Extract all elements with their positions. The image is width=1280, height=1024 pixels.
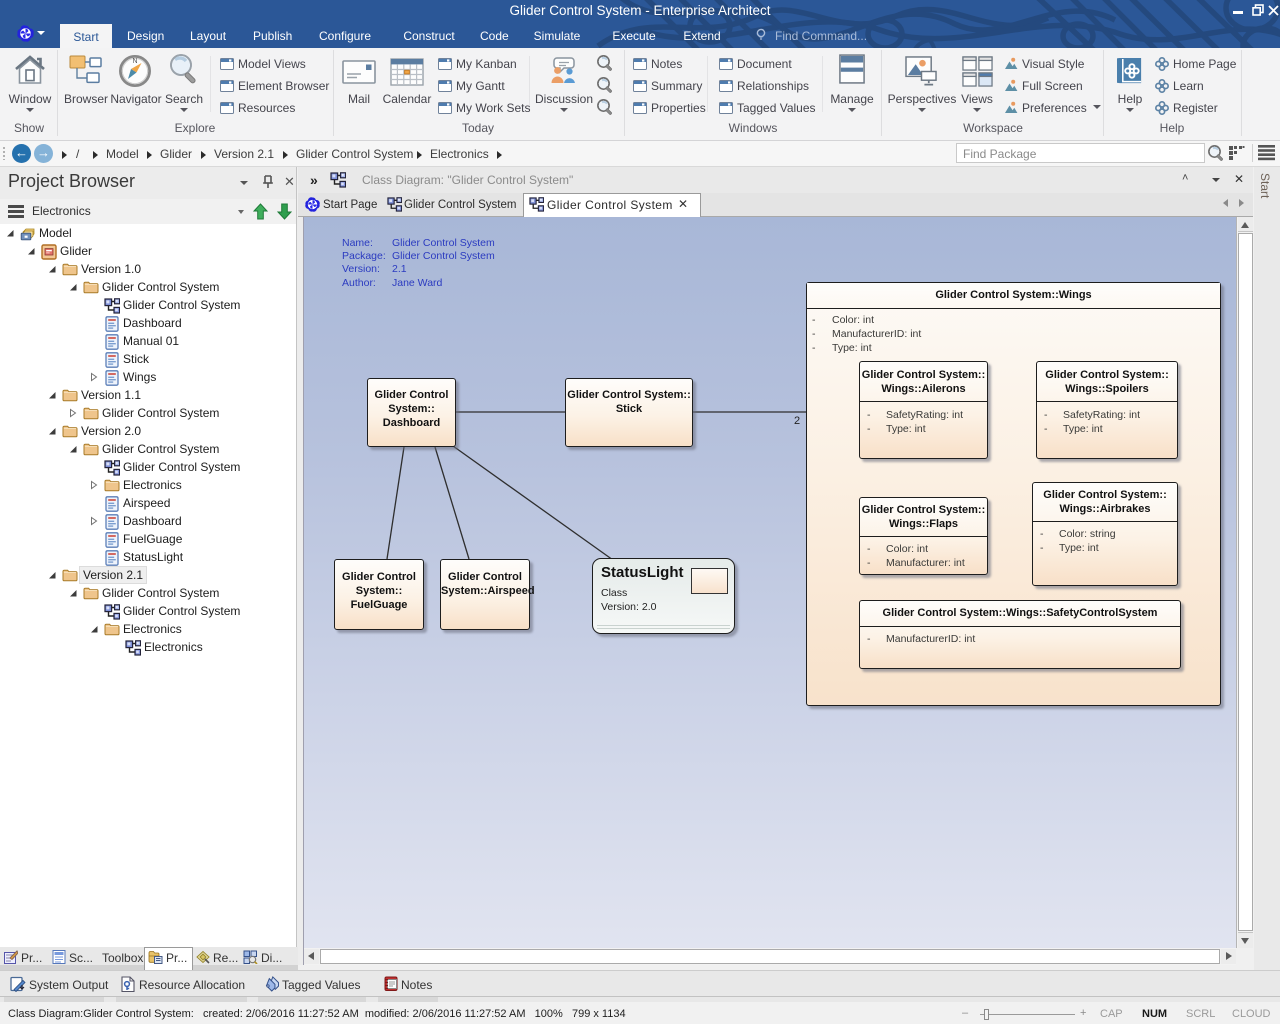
svg-text:2: 2 (794, 415, 800, 427)
